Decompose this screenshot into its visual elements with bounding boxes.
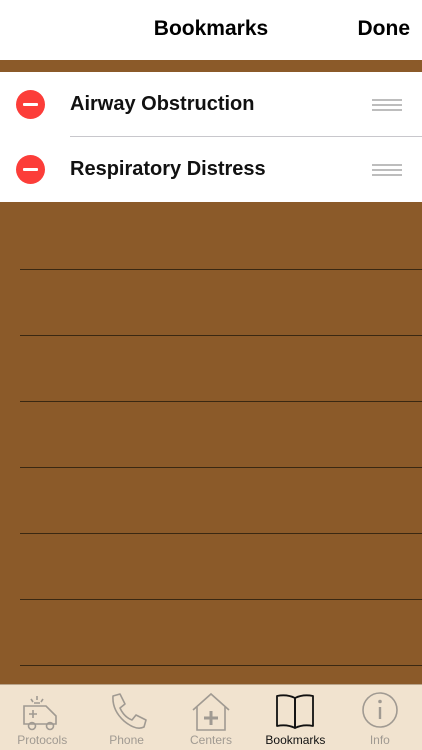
tab-protocols[interactable]: Protocols xyxy=(0,685,84,750)
book-icon xyxy=(276,694,315,729)
separator-line xyxy=(20,467,422,468)
bookmark-row-respiratory-distress[interactable]: Respiratory Distress xyxy=(0,137,422,202)
separator-line xyxy=(20,269,422,270)
ambulance-icon xyxy=(23,696,58,731)
reorder-handle-icon[interactable] xyxy=(372,99,402,111)
tab-info[interactable]: Info xyxy=(338,685,422,750)
tab-bookmarks[interactable]: Bookmarks xyxy=(253,685,337,750)
tab-label: Protocols xyxy=(17,733,68,747)
separator-line xyxy=(20,599,422,600)
tab-phone[interactable]: Phone xyxy=(84,685,168,750)
info-icon xyxy=(362,692,398,728)
bookmark-label: Respiratory Distress xyxy=(70,158,266,180)
separator-line xyxy=(20,665,422,666)
empty-table-area xyxy=(0,203,422,685)
tab-label: Bookmarks xyxy=(265,733,326,747)
delete-minus-icon[interactable] xyxy=(16,90,45,119)
separator-line xyxy=(20,401,422,402)
tab-label: Centers xyxy=(190,733,233,747)
bookmark-label: Airway Obstruction xyxy=(70,93,255,115)
tab-label: Phone xyxy=(109,733,144,747)
done-button[interactable]: Done xyxy=(358,17,411,41)
phone-icon xyxy=(111,693,147,729)
separator-line xyxy=(20,533,422,534)
nav-bar: Bookmarks Done xyxy=(0,0,422,61)
bookmarks-list: Airway Obstruction Respiratory Distress xyxy=(0,72,422,202)
list-top-gap xyxy=(0,60,422,72)
reorder-handle-icon[interactable] xyxy=(372,164,402,176)
medical-center-icon xyxy=(192,692,230,731)
tab-bar: Protocols Phone Centers Bookmarks Info xyxy=(0,684,422,750)
tab-label: Info xyxy=(369,733,390,747)
separator-line xyxy=(20,335,422,336)
tab-centers[interactable]: Centers xyxy=(169,685,253,750)
bookmark-row-airway-obstruction[interactable]: Airway Obstruction xyxy=(0,72,422,137)
delete-minus-icon[interactable] xyxy=(16,155,45,184)
